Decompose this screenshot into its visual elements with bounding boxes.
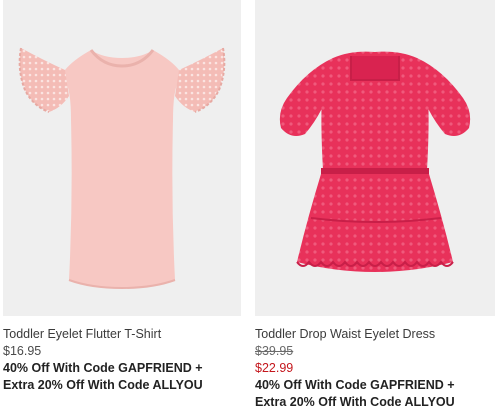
sale-price: $22.99	[255, 361, 294, 375]
original-price: $39.95	[255, 344, 294, 358]
product-info: Toddler Eyelet Flutter T-Shirt $16.95 40…	[3, 316, 241, 394]
product-image-flutter-tshirt[interactable]	[3, 0, 241, 316]
product-card-flutter-tshirt[interactable]: Toddler Eyelet Flutter T-Shirt $16.95 40…	[3, 0, 241, 394]
product-price: $16.95	[3, 344, 42, 358]
pink-eyelet-dress-image	[279, 51, 471, 272]
product-card-eyelet-dress[interactable]: Toddler Drop Waist Eyelet Dress $39.95 $…	[255, 0, 495, 411]
product-grid: Toddler Eyelet Flutter T-Shirt $16.95 40…	[0, 0, 503, 413]
product-name[interactable]: Toddler Eyelet Flutter T-Shirt	[3, 326, 241, 343]
product-image-eyelet-dress[interactable]	[255, 0, 495, 316]
promo-line-1: 40% Off With Code GAPFRIEND +	[255, 378, 455, 392]
pink-flutter-tshirt-image	[18, 47, 226, 290]
promo-line-2: Extra 20% Off With Code ALLYOU	[255, 395, 455, 409]
product-info: Toddler Drop Waist Eyelet Dress $39.95 $…	[255, 316, 495, 411]
product-name[interactable]: Toddler Drop Waist Eyelet Dress	[255, 326, 495, 343]
promo-line-1: 40% Off With Code GAPFRIEND +	[3, 361, 203, 375]
promo-line-2: Extra 20% Off With Code ALLYOU	[3, 378, 203, 392]
